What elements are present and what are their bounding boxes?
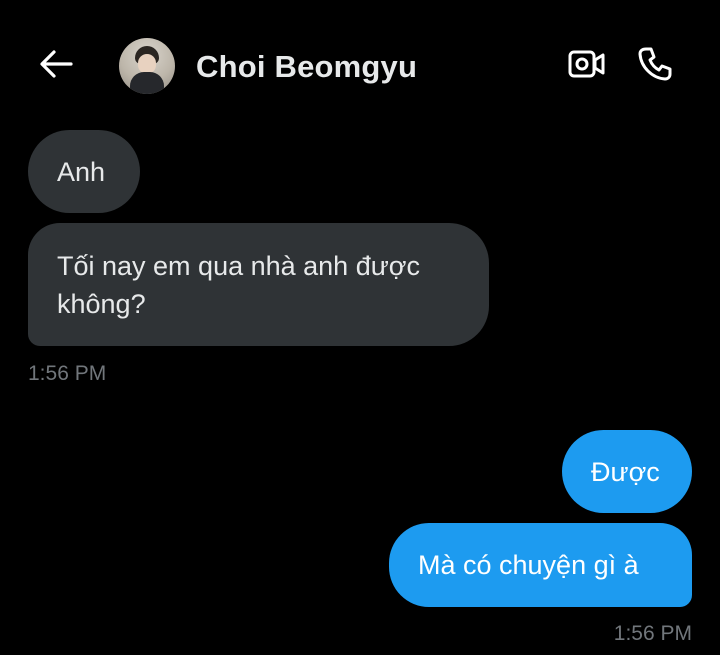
dm-conversation-screen: Choi Beomgyu Anh Tối nay em qua nhà anh … <box>0 0 720 655</box>
avatar[interactable] <box>119 38 175 94</box>
phone-icon <box>637 46 673 87</box>
message-text: Mà có chuyện gì à <box>418 550 639 580</box>
message-text: Tối nay em qua nhà anh được không? <box>57 250 420 319</box>
message-bubble-received[interactable]: Anh <box>28 130 140 213</box>
message-bubble-sent[interactable]: Mà có chuyện gì à <box>389 523 692 607</box>
video-camera-icon <box>568 49 606 84</box>
arrow-left-icon <box>39 49 73 84</box>
message-bubble-sent[interactable]: Được <box>562 430 692 513</box>
contact-name[interactable]: Choi Beomgyu <box>196 49 417 85</box>
voice-call-button[interactable] <box>634 45 676 87</box>
message-timestamp: 1:56 PM <box>613 622 692 645</box>
message-text: Anh <box>57 156 106 187</box>
message-text: Được <box>591 456 660 487</box>
back-button[interactable] <box>36 46 76 86</box>
conversation-header: Choi Beomgyu <box>0 0 720 130</box>
message-timestamp: 1:56 PM <box>28 362 107 385</box>
message-bubble-received[interactable]: Tối nay em qua nhà anh được không? <box>28 223 489 346</box>
video-call-button[interactable] <box>566 46 608 86</box>
